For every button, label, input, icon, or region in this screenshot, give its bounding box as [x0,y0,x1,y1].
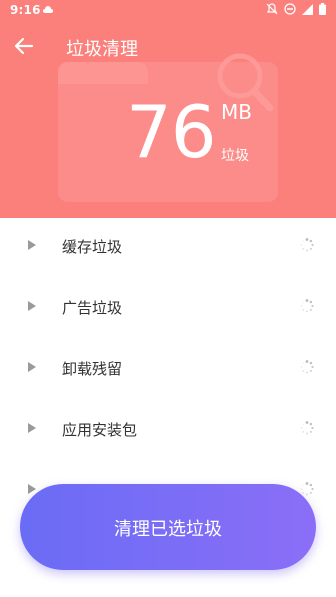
loading-spinner-icon [300,421,314,435]
folder-tab-illustration [58,62,148,84]
status-icons [266,3,326,15]
garbage-size-value: 76 [126,90,217,174]
app-bar: 垃圾清理 [0,30,336,64]
do-not-disturb-icon [284,3,296,15]
loading-spinner-icon [300,482,314,496]
garbage-category-list: 缓存垃圾 广告垃圾 卸载残留 应用安装包 [0,218,336,523]
expand-arrow-icon[interactable] [28,240,36,250]
expand-arrow-icon[interactable] [28,423,36,433]
category-label: 应用安装包 [62,421,138,439]
signal-icon [302,3,313,15]
expand-arrow-icon[interactable] [28,484,36,494]
page-title: 垃圾清理 [66,39,138,60]
category-label: 缓存垃圾 [62,238,123,256]
loading-spinner-icon [300,238,314,252]
expand-arrow-icon[interactable] [28,362,36,372]
loading-spinner-icon [300,360,314,374]
header: 9:16 垃圾清理 76 MB 垃圾 [0,0,336,218]
notifications-off-icon [266,3,278,15]
category-label: 广告垃圾 [62,299,123,317]
category-item-cache[interactable]: 缓存垃圾 [0,218,336,279]
status-bar: 9:16 [0,0,336,22]
garbage-size-caption: 垃圾 [221,148,249,164]
loading-spinner-icon [300,299,314,313]
battery-icon [319,3,326,15]
category-item-uninstall-residue[interactable]: 卸载残留 [0,340,336,401]
category-item-ads[interactable]: 广告垃圾 [0,279,336,340]
garbage-size-unit: MB [221,100,252,124]
status-time: 9:16 [10,3,41,17]
category-item-apk-packages[interactable]: 应用安装包 [0,401,336,462]
clean-selected-label: 清理已选垃圾 [114,519,222,540]
arrow-back-icon[interactable] [12,34,36,58]
garbage-clean-screen: 9:16 垃圾清理 76 MB 垃圾 缓存垃圾 广告垃圾 卸载残留 应用安装包 … [0,0,336,597]
expand-arrow-icon[interactable] [28,301,36,311]
clean-selected-button[interactable]: 清理已选垃圾 [20,484,316,570]
cloud-icon [43,6,53,13]
category-label: 卸载残留 [62,360,123,378]
